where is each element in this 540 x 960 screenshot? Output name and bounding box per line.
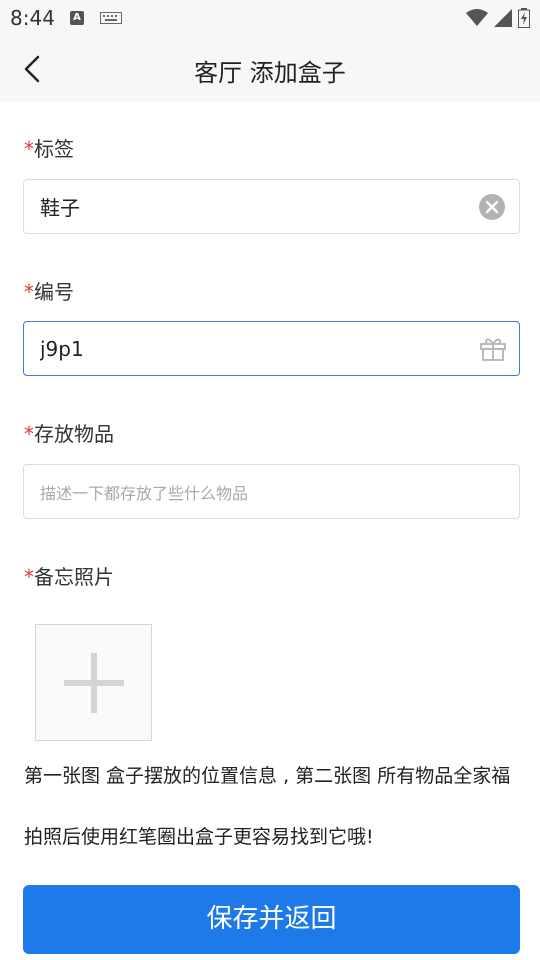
number-input-box [23,321,520,376]
required-mark: * [24,137,34,161]
number-field-label: *编号 [24,280,74,304]
app-bar: 客厅 添加盒子 [0,36,540,102]
photo-hint-line2: 拍照后使用红笔圈出盒子更容易找到它哦! [24,826,374,848]
gift-icon[interactable] [479,334,507,362]
keyboard-icon [100,12,122,24]
required-mark: * [24,280,34,304]
add-photo-button[interactable] [35,624,152,741]
save-and-return-button[interactable]: 保存并返回 [23,885,520,954]
wifi-icon [466,9,488,26]
battery-icon [518,8,530,28]
plus-icon [64,653,124,713]
items-field-label: *存放物品 [24,422,114,446]
status-bar: 8:44 A [0,0,540,36]
label-input-box [23,179,520,234]
clear-icon[interactable] [478,193,506,221]
number-input[interactable] [24,322,464,375]
photos-field-label: *备忘照片 [24,565,114,589]
required-mark: * [24,565,34,589]
signal-icon [494,9,512,27]
label-input[interactable] [24,180,464,233]
items-input[interactable] [24,465,464,518]
page-title: 客厅 添加盒子 [194,59,346,87]
status-time: 8:44 [10,6,55,30]
required-mark: * [24,422,34,446]
notification-a-icon: A [70,11,84,25]
photo-hint-line1: 第一张图 盒子摆放的位置信息 , 第二张图 所有物品全家福 [24,765,511,787]
label-field-label: *标签 [24,137,74,161]
items-input-box [23,464,520,519]
